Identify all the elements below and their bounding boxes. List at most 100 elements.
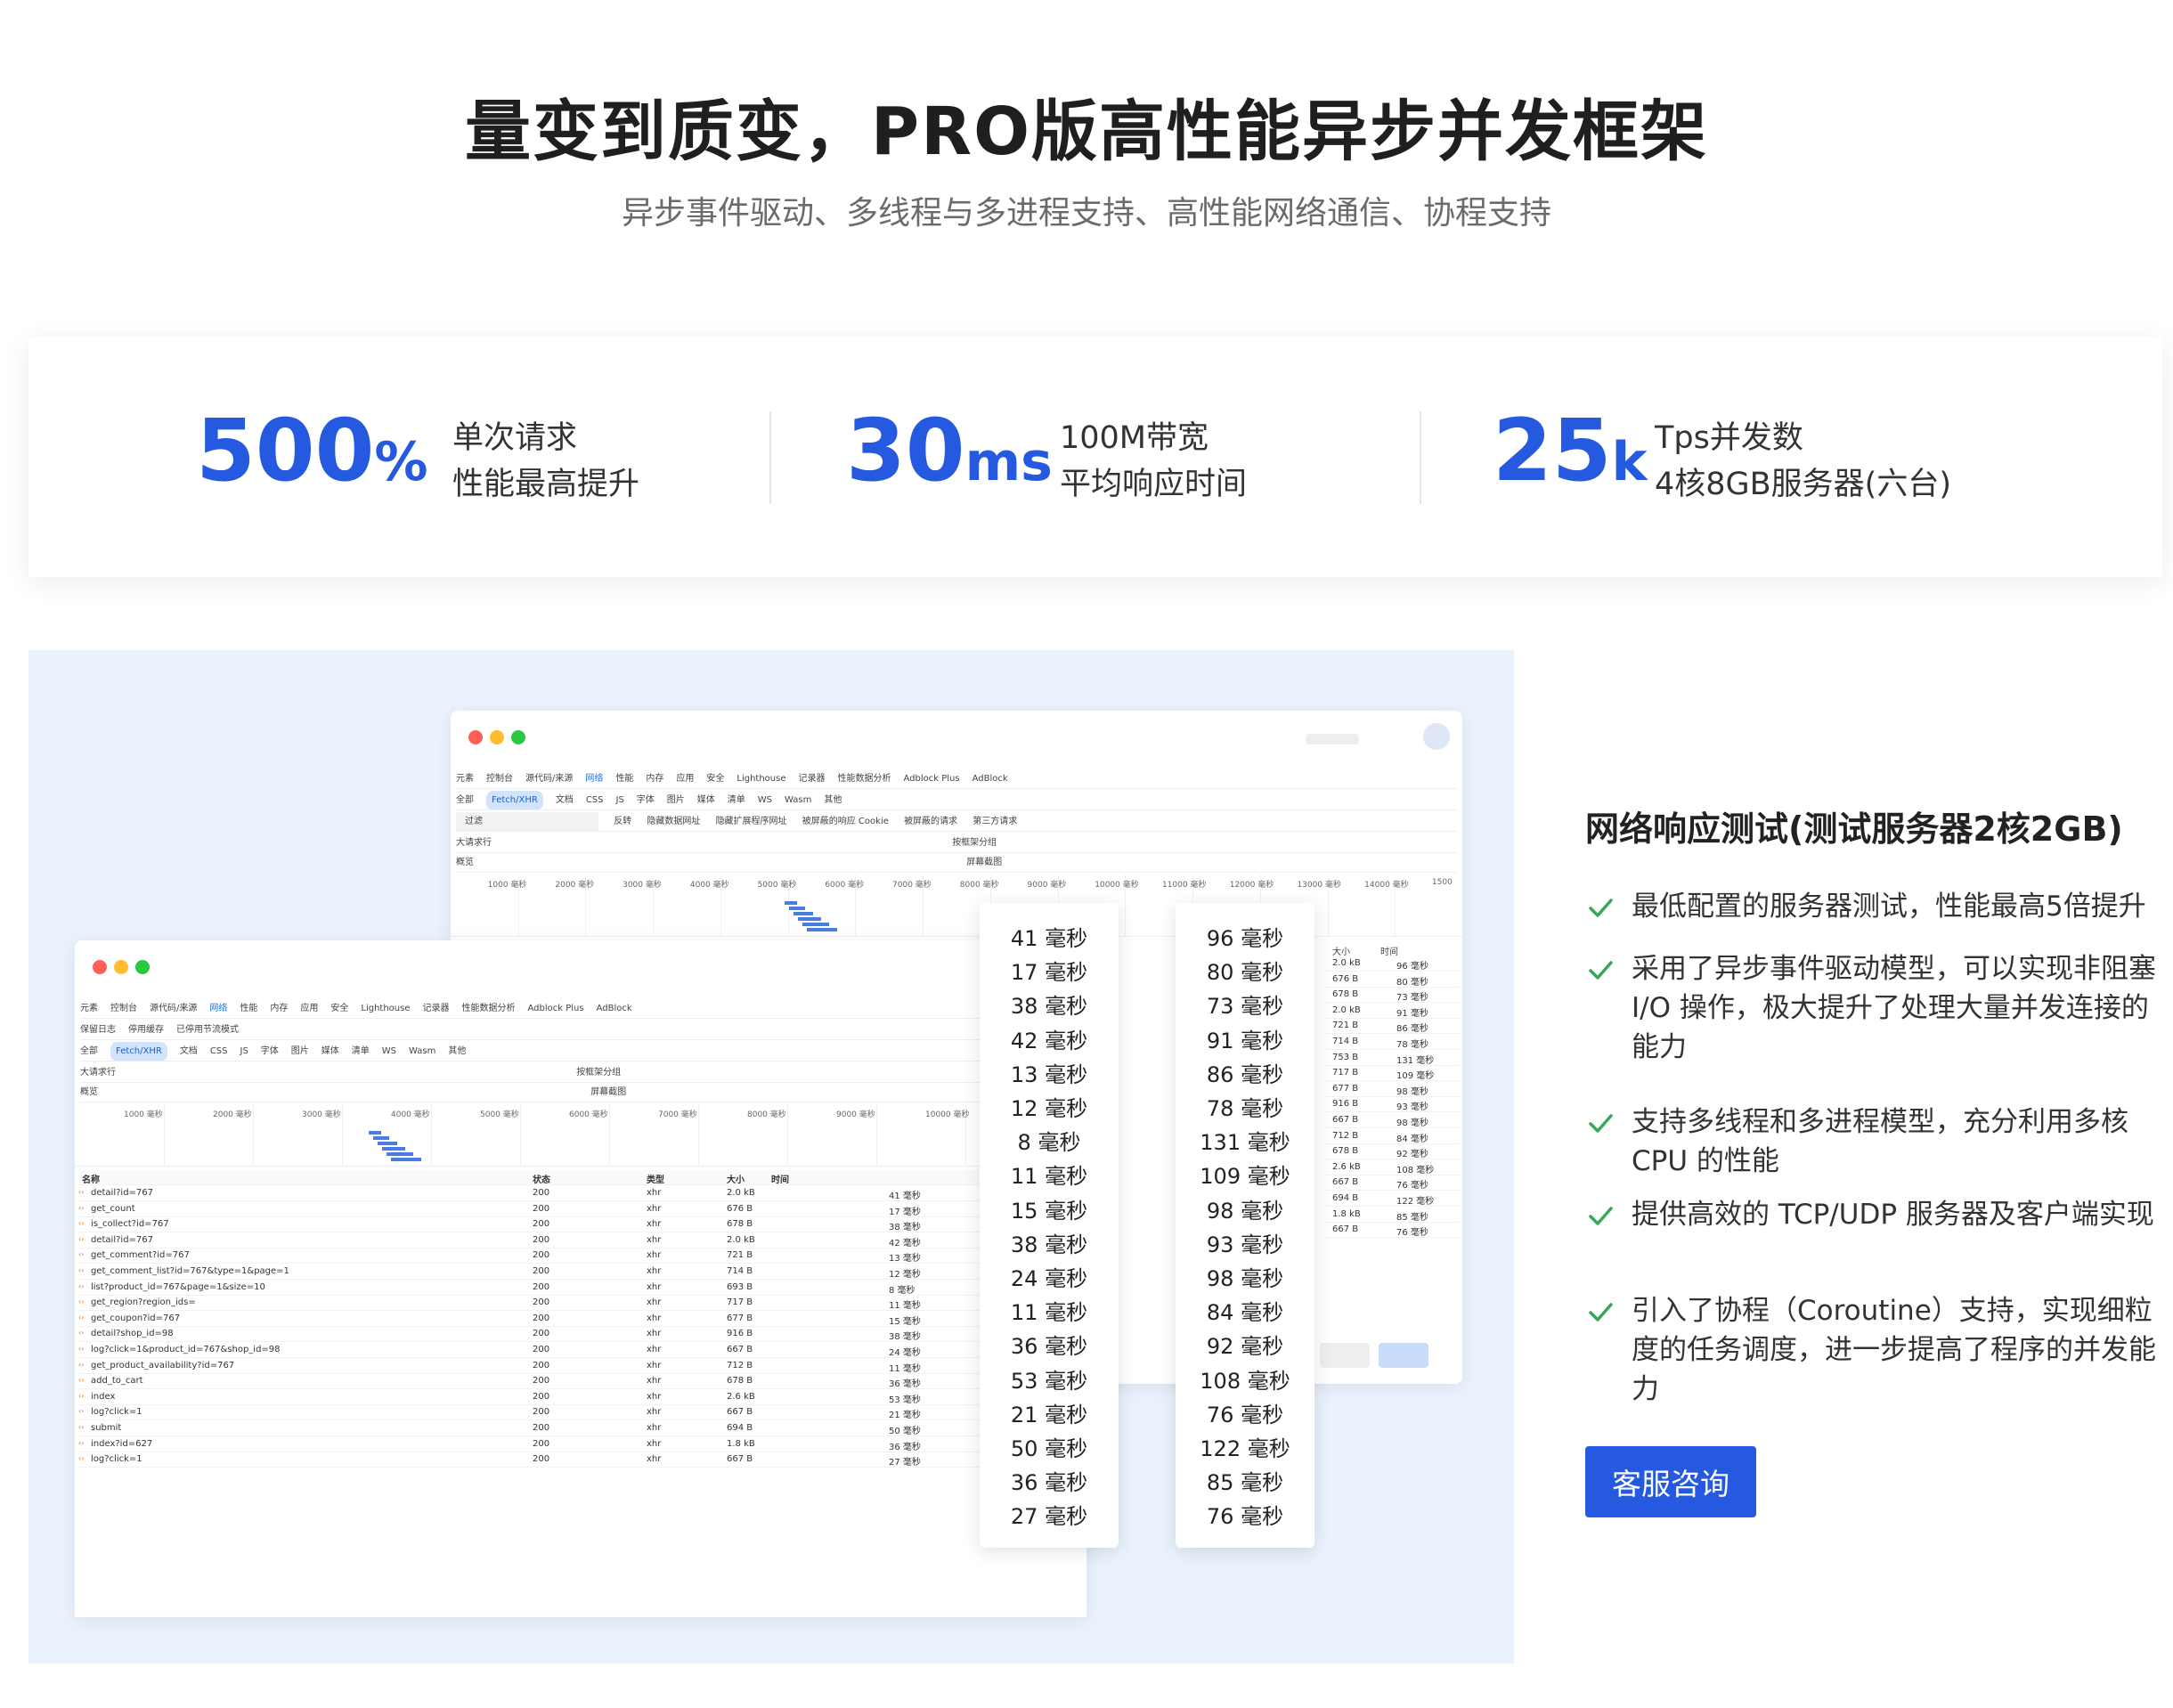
- type-filter[interactable]: 媒体: [697, 791, 715, 809]
- table-row[interactable]: 676 B 80 毫秒: [1323, 972, 1459, 988]
- devtools-tab[interactable]: 内存: [270, 999, 288, 1018]
- table-row[interactable]: 1.8 kB 85 毫秒: [1323, 1208, 1459, 1223]
- option-invert[interactable]: 反转: [614, 812, 631, 831]
- table-row[interactable]: 916 B 93 毫秒: [1323, 1097, 1459, 1113]
- devtools-tab[interactable]: 记录器: [423, 999, 450, 1018]
- contact-button[interactable]: 客服咨询: [1585, 1446, 1756, 1517]
- devtools-tab[interactable]: Lighthouse: [737, 769, 785, 788]
- devtools-tab[interactable]: 源代码/来源: [525, 769, 573, 788]
- type-filter[interactable]: WS: [758, 791, 772, 809]
- table-row[interactable]: list?product_id=767&page=1&size=10 200 xhr…: [78, 1281, 1083, 1296]
- devtools-tab[interactable]: 元素: [80, 999, 98, 1018]
- type-filter[interactable]: WS: [382, 1042, 396, 1061]
- devtools-tab[interactable]: 网络: [209, 999, 227, 1018]
- table-row[interactable]: 678 B 73 毫秒: [1323, 988, 1459, 1004]
- devtools-tab[interactable]: Adblock Plus: [904, 769, 960, 788]
- type-filter[interactable]: 清单: [352, 1042, 370, 1061]
- devtools-tab[interactable]: Lighthouse: [361, 999, 410, 1018]
- table-row[interactable]: get_coupon?id=767 200 xhr 677 B 15 毫秒 ‹›: [78, 1312, 1083, 1327]
- type-filter[interactable]: 其他: [824, 791, 842, 809]
- devtools-tab[interactable]: 网络: [585, 769, 603, 788]
- table-row[interactable]: get_region?region_ids= 200 xhr 717 B 11 毫秒 ‹›: [78, 1296, 1083, 1312]
- type-filter[interactable]: 其他: [448, 1042, 466, 1061]
- option-overview[interactable]: 概览: [80, 1083, 98, 1102]
- option-screenshot[interactable]: 屏幕截图: [590, 1083, 626, 1102]
- type-filter[interactable]: 全部: [456, 791, 474, 809]
- devtools-tab[interactable]: 安全: [706, 769, 724, 788]
- table-row[interactable]: 712 B 84 毫秒: [1323, 1129, 1459, 1144]
- minimize-icon[interactable]: [490, 730, 504, 744]
- network-filter[interactable]: 停用缓存: [128, 1021, 164, 1039]
- table-row[interactable]: is_collect?id=767 200 xhr 678 B 38 毫秒 ‹›: [78, 1217, 1083, 1233]
- option-large-rows[interactable]: 大请求行: [456, 834, 492, 852]
- table-row[interactable]: 694 B 122 毫秒: [1323, 1192, 1459, 1207]
- avatar[interactable]: [1423, 723, 1450, 750]
- table-row[interactable]: add_to_cart 200 xhr 678 B 36 毫秒 ‹›: [78, 1374, 1083, 1390]
- table-row[interactable]: detail?id=767 200 xhr 2.0 kB 42 毫秒 ‹›: [78, 1233, 1083, 1248]
- table-row[interactable]: get_comment?id=767 200 xhr 721 B 13 毫秒 ‹›: [78, 1248, 1083, 1265]
- table-row[interactable]: 2.0 kB 96 毫秒: [1323, 956, 1459, 972]
- type-filter[interactable]: 图片: [291, 1042, 309, 1061]
- table-row[interactable]: detail?shop_id=98 200 xhr 916 B 38 毫秒 ‹›: [78, 1327, 1083, 1343]
- option-blocked-req[interactable]: 被屏蔽的请求: [904, 812, 957, 831]
- column-status[interactable]: 状态: [533, 1172, 550, 1185]
- type-filter[interactable]: 字体: [637, 791, 655, 809]
- option-overview[interactable]: 概览: [456, 853, 474, 872]
- table-row[interactable]: 667 B 98 毫秒: [1323, 1113, 1459, 1128]
- devtools-tab[interactable]: AdBlock: [973, 769, 1008, 788]
- column-name[interactable]: 名称: [82, 1172, 100, 1185]
- table-row[interactable]: 2.0 kB 91 毫秒: [1323, 1004, 1459, 1019]
- type-filter[interactable]: JS: [240, 1042, 248, 1061]
- devtools-tab[interactable]: 性能数据分析: [462, 999, 516, 1018]
- column-time[interactable]: 时间: [771, 1172, 789, 1185]
- devtools-tab[interactable]: 控制台: [486, 769, 513, 788]
- column-size[interactable]: 大小: [727, 1172, 745, 1185]
- table-row[interactable]: log?click=1 200 xhr 667 B 27 毫秒 ‹›: [78, 1452, 1083, 1468]
- option-screenshot[interactable]: 屏幕截图: [966, 853, 1002, 872]
- network-filter[interactable]: 保留日志: [80, 1021, 116, 1039]
- devtools-tab[interactable]: 记录器: [799, 769, 826, 788]
- devtools-tab[interactable]: Adblock Plus: [528, 999, 584, 1018]
- devtools-tab[interactable]: AdBlock: [597, 999, 632, 1018]
- table-row[interactable]: 2.6 kB 108 毫秒: [1323, 1160, 1459, 1175]
- pager-button-active[interactable]: [1379, 1343, 1428, 1368]
- devtools-tab[interactable]: 安全: [330, 999, 348, 1018]
- table-row[interactable]: get_count 200 xhr 676 B 17 毫秒 ‹›: [78, 1202, 1083, 1217]
- close-icon[interactable]: [93, 960, 107, 974]
- devtools-tab[interactable]: 性能: [615, 769, 633, 788]
- table-row[interactable]: get_comment_list?id=767&type=1&page=1 200…: [78, 1265, 1083, 1280]
- devtools-tab[interactable]: 性能: [240, 999, 257, 1018]
- table-row[interactable]: index 200 xhr 2.6 kB 53 毫秒 ‹›: [78, 1390, 1083, 1405]
- table-row[interactable]: 753 B 131 毫秒: [1323, 1051, 1459, 1066]
- filter-input[interactable]: 过滤: [456, 812, 598, 831]
- type-filter[interactable]: 文档: [556, 791, 574, 809]
- devtools-tab[interactable]: 应用: [300, 999, 318, 1018]
- table-row[interactable]: 678 B 92 毫秒: [1323, 1144, 1459, 1160]
- option-group-frame[interactable]: 按框架分组: [576, 1063, 621, 1082]
- type-filter[interactable]: 图片: [667, 791, 685, 809]
- type-filter[interactable]: 文档: [180, 1042, 198, 1061]
- table-row[interactable]: 667 B 76 毫秒: [1323, 1175, 1459, 1192]
- table-row[interactable]: log?click=1&product_id=767&shop_id=98 200…: [78, 1343, 1083, 1358]
- network-filter[interactable]: 已停用节流模式: [176, 1021, 239, 1039]
- option-large-rows[interactable]: 大请求行: [80, 1063, 116, 1082]
- option-blocked-cookie[interactable]: 被屏蔽的响应 Cookie: [802, 812, 889, 831]
- devtools-tab[interactable]: 应用: [676, 769, 694, 788]
- table-row[interactable]: 721 B 86 毫秒: [1323, 1019, 1459, 1035]
- type-filter[interactable]: CSS: [586, 791, 604, 809]
- type-filter[interactable]: CSS: [210, 1042, 228, 1061]
- option-hide-data[interactable]: 隐藏数据网址: [647, 812, 700, 831]
- table-row[interactable]: 667 B 76 毫秒: [1323, 1223, 1459, 1239]
- close-icon[interactable]: [468, 730, 483, 744]
- type-filter[interactable]: 媒体: [321, 1042, 339, 1061]
- type-filter[interactable]: 字体: [261, 1042, 279, 1061]
- option-third-party[interactable]: 第三方请求: [973, 812, 1017, 831]
- type-filter[interactable]: 清单: [728, 791, 745, 809]
- type-filter[interactable]: Fetch/XHR: [110, 1042, 167, 1061]
- type-filter[interactable]: Wasm: [785, 791, 811, 809]
- devtools-tab[interactable]: 性能数据分析: [838, 769, 891, 788]
- devtools-tab[interactable]: 元素: [456, 769, 474, 788]
- table-row[interactable]: 677 B 98 毫秒: [1323, 1082, 1459, 1097]
- table-row[interactable]: get_product_availability?id=767 200 xhr 712…: [78, 1359, 1083, 1374]
- type-filter[interactable]: Fetch/XHR: [486, 791, 543, 809]
